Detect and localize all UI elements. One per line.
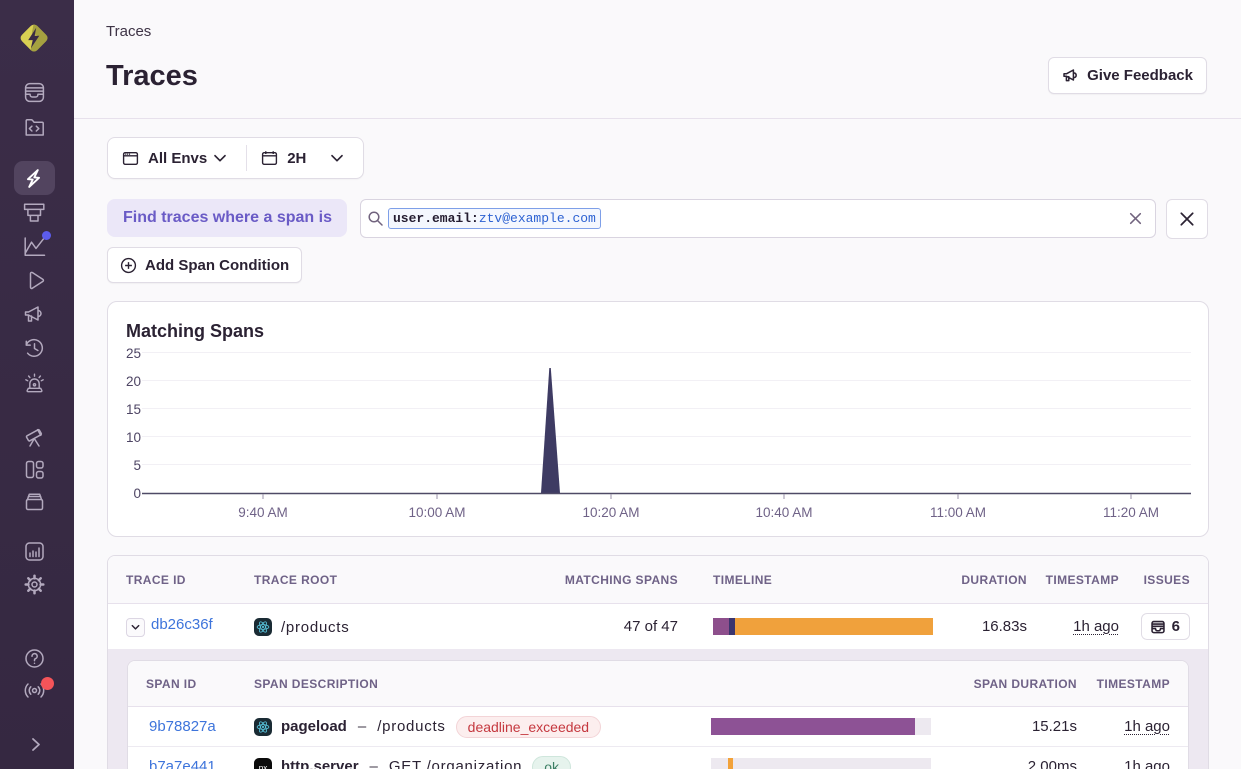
svg-text:25: 25	[126, 346, 141, 361]
svg-text:9:40 AM: 9:40 AM	[238, 505, 288, 520]
svg-text:px: px	[259, 763, 268, 769]
svg-text:11:00 AM: 11:00 AM	[930, 505, 986, 520]
svg-text:10: 10	[126, 430, 141, 445]
svg-text:5: 5	[133, 458, 141, 473]
svg-text:10:00 AM: 10:00 AM	[408, 505, 465, 520]
svg-text:10:20 AM: 10:20 AM	[582, 505, 639, 520]
svg-text:10:40 AM: 10:40 AM	[755, 505, 812, 520]
svg-text:15: 15	[126, 402, 141, 417]
svg-text:20: 20	[126, 374, 141, 389]
svg-text:0: 0	[133, 486, 141, 501]
svg-text:11:20 AM: 11:20 AM	[1103, 505, 1159, 520]
